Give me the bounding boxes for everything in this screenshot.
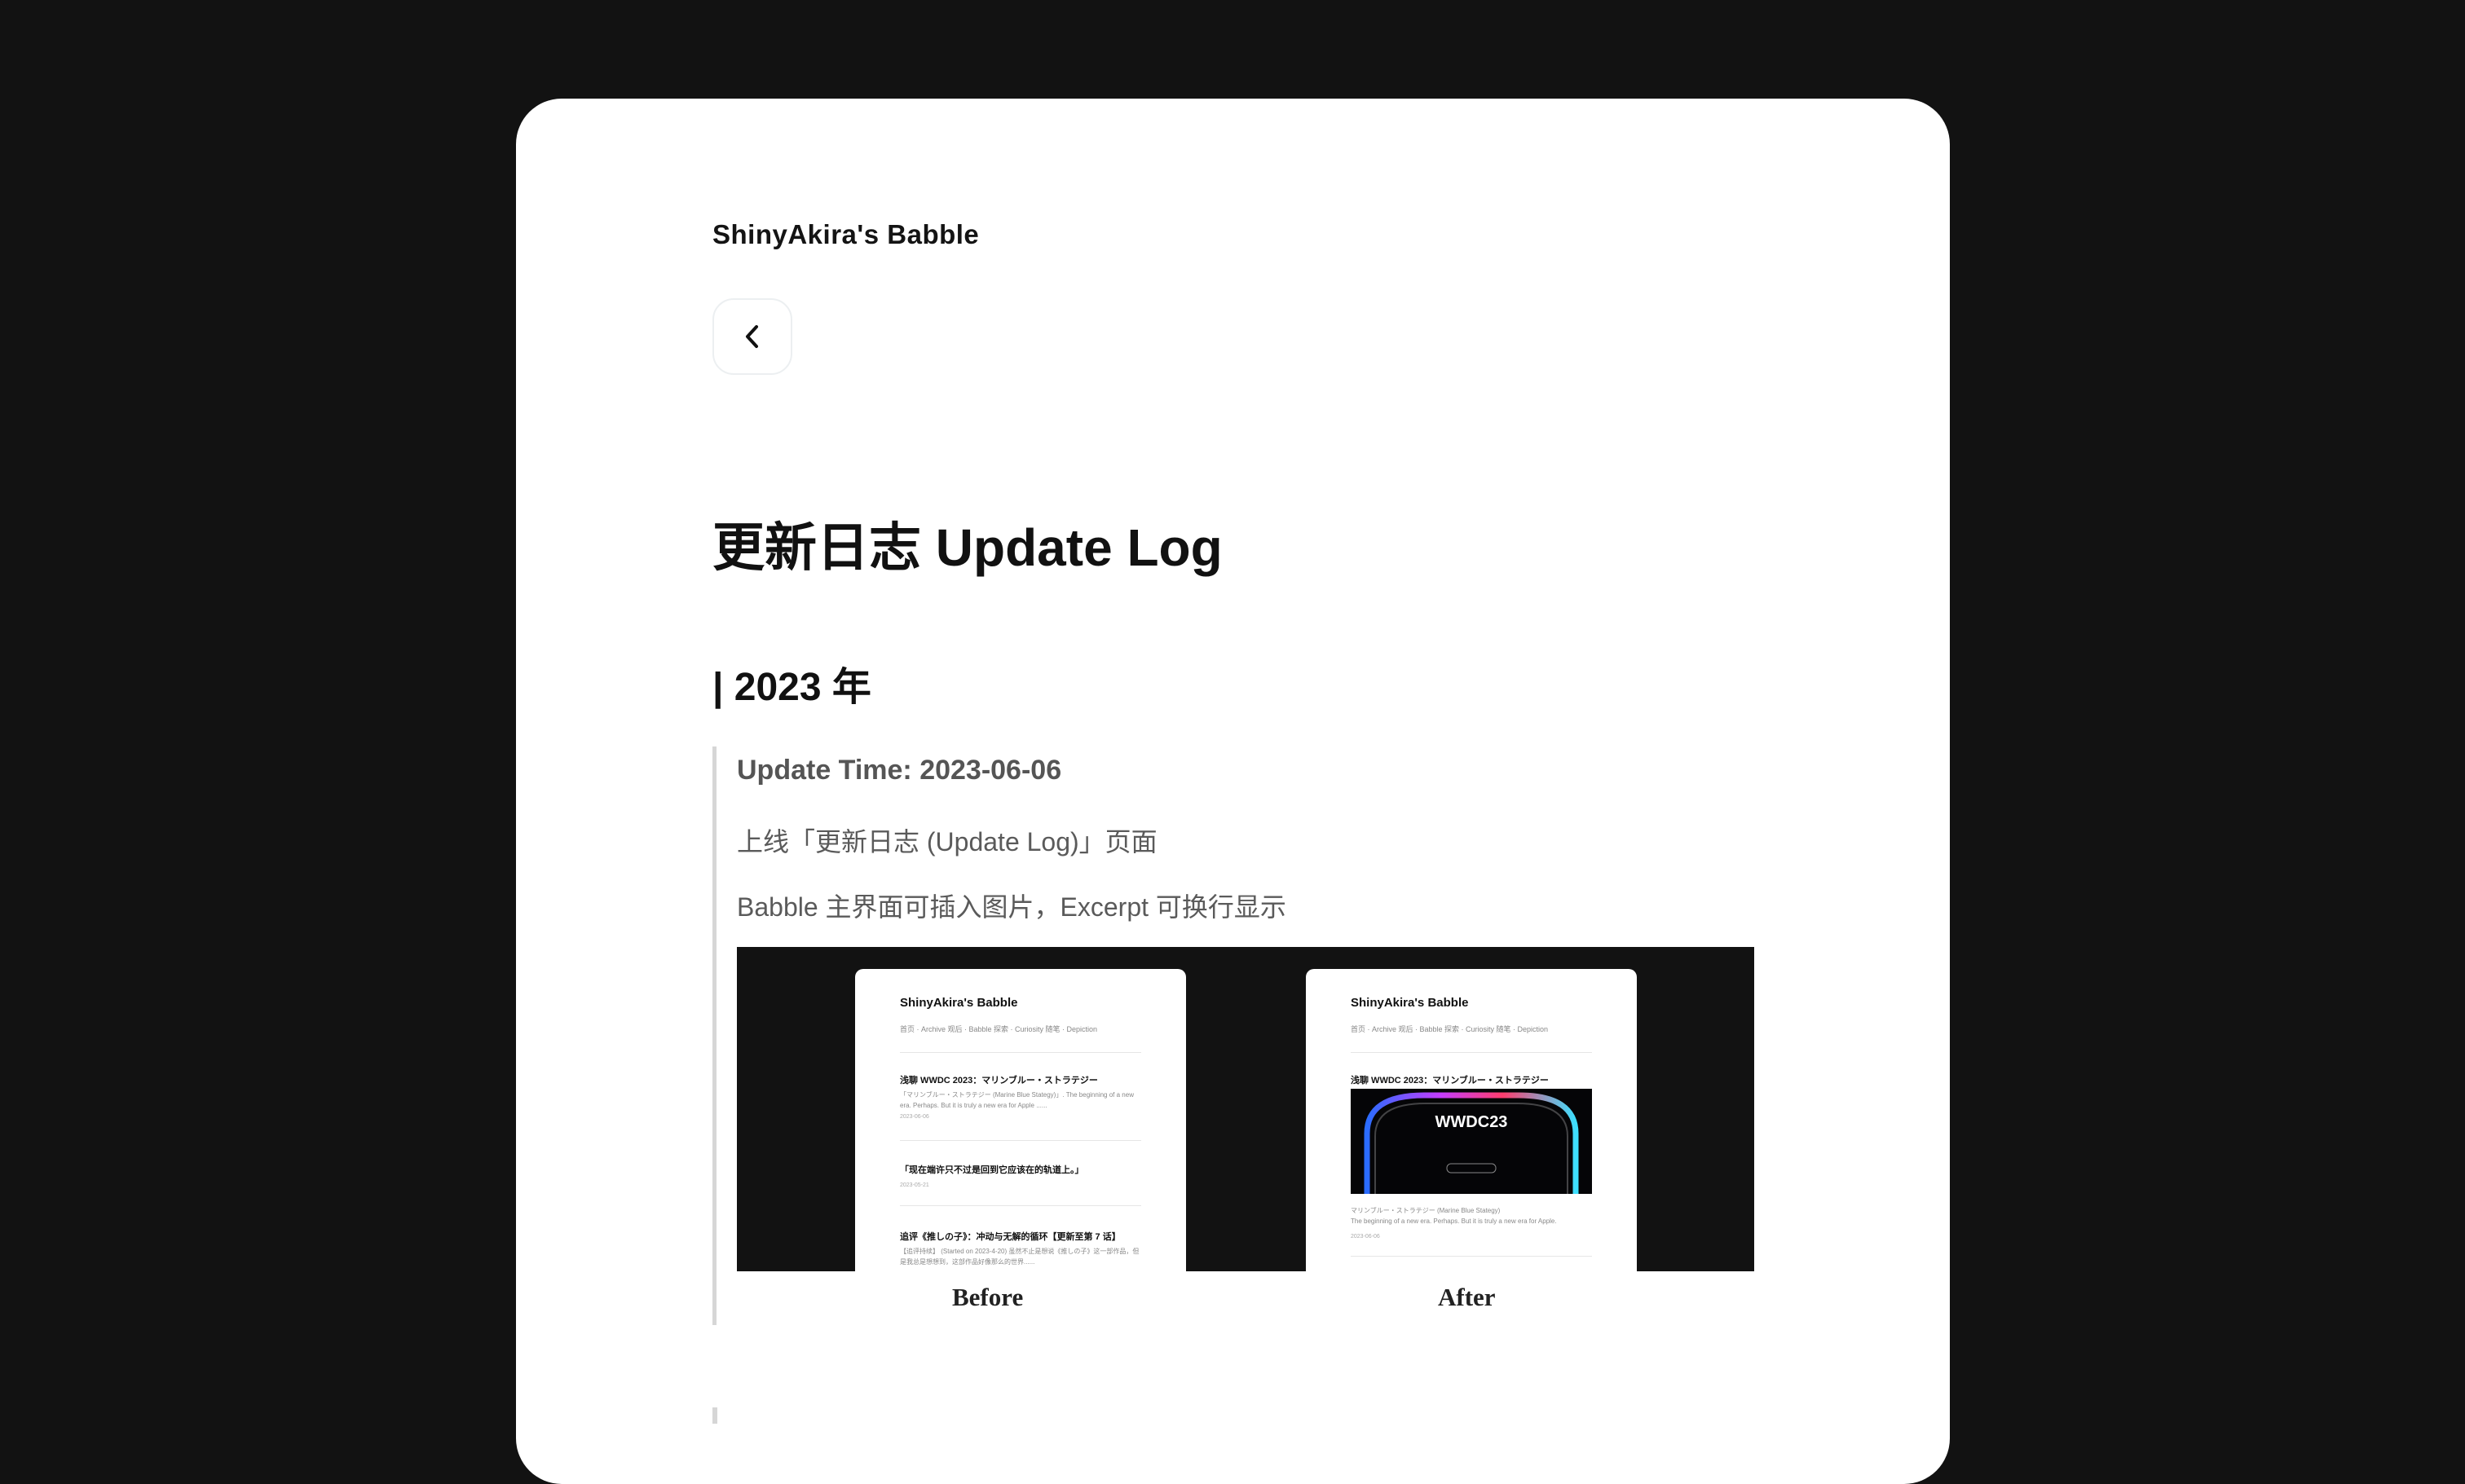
- mock-nav: 首页 · Archive 观后 · Babble 探索 · Curiosity …: [1351, 1025, 1549, 1033]
- mock-post-date: 2023-06-06: [1351, 1234, 1380, 1240]
- mock-post-title: 追评《推しの子》：冲动与无解的循环【更新至第 7 话】: [900, 1232, 1121, 1242]
- update-line: Babble 主界面可插入图片，Excerpt 可换行显示: [737, 892, 1286, 922]
- mock-post-date: 2023-06-06: [900, 1114, 929, 1120]
- mock-post-title: 「现在端许只不过是回到它应该在的轨道上。」: [900, 1165, 1084, 1175]
- update-line: 上线「更新日志 (Update Log)」页面: [737, 827, 1158, 856]
- mock-post-title: 浅聊 WWDC 2023：マリンブルー・ストラテジー: [1351, 1076, 1549, 1085]
- mock-site-title: ShinyAkira's Babble: [1351, 996, 1469, 1010]
- before-screenshot: ShinyAkira's Babble 首页 · Archive 观后 · Ba…: [855, 969, 1186, 1271]
- comparison-image: ShinyAkira's Babble 首页 · Archive 观后 · Ba…: [737, 947, 1754, 1271]
- chevron-left-icon: [746, 325, 758, 348]
- page-title: 更新日志 Update Log: [712, 518, 1223, 577]
- next-entry-border: [712, 1407, 717, 1424]
- mock-site-title: ShinyAkira's Babble: [900, 996, 1018, 1010]
- divider: [1351, 1052, 1592, 1053]
- site-title[interactable]: ShinyAkira's Babble: [712, 219, 979, 250]
- divider: [900, 1052, 1141, 1053]
- wwdc-glow-graphic: [1364, 1092, 1579, 1194]
- back-button[interactable]: [712, 298, 792, 375]
- wwdc23-banner-image: WWDC23: [1351, 1089, 1592, 1194]
- content-card: ShinyAkira's Babble 更新日志 Update Log | 20…: [516, 99, 1950, 1484]
- wwdc-logo-text: WWDC23: [1435, 1113, 1508, 1131]
- after-screenshot: ShinyAkira's Babble 首页 · Archive 观后 · Ba…: [1306, 969, 1637, 1271]
- update-time: Update Time: 2023-06-06: [737, 755, 1062, 786]
- mock-post-excerpt: 「マリンブルー・ストラテジー (Marine Blue Stategy)」. T…: [900, 1091, 1134, 1109]
- mock-post-date: 2023-05-21: [900, 1182, 929, 1188]
- divider: [1351, 1256, 1592, 1257]
- year-heading: | 2023 年: [712, 666, 871, 709]
- before-caption: Before: [952, 1283, 1024, 1311]
- divider: [900, 1140, 1141, 1141]
- mock-post-excerpt: マリンブルー・ストラテジー (Marine Blue Stategy) The …: [1351, 1207, 1557, 1225]
- update-entry: Update Time: 2023-06-06 上线「更新日志 (Update …: [712, 746, 1754, 1325]
- after-caption: After: [1438, 1283, 1496, 1311]
- divider: [900, 1205, 1141, 1206]
- mock-post-title: 浅聊 WWDC 2023：マリンブルー・ストラテジー: [900, 1076, 1098, 1085]
- mock-nav: 首页 · Archive 观后 · Babble 探索 · Curiosity …: [900, 1025, 1098, 1033]
- mock-post-excerpt: 【追评持续】 (Started on 2023-4-20) 虽然不止是想说《推し…: [900, 1248, 1140, 1266]
